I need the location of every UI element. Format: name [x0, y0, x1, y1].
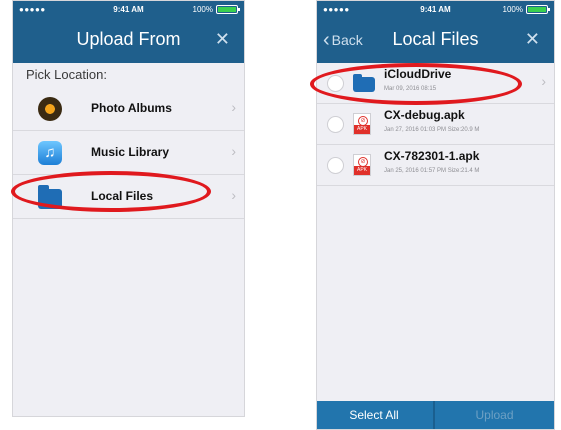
select-all-button[interactable]: Select All	[317, 401, 431, 429]
nav-bar: ‹ Back Local Files ✕	[317, 18, 554, 63]
apk-file-icon: ⊘ APK	[353, 113, 371, 135]
chevron-right-icon: ›	[231, 99, 236, 115]
file-meta: Mar 09, 2016 08:15	[384, 86, 437, 92]
close-icon[interactable]: ✕	[525, 29, 540, 50]
chevron-right-icon: ›	[231, 143, 236, 159]
status-bar: ●●●●● 9:41 AM 100%	[13, 1, 244, 18]
location-label: Music Library	[91, 145, 170, 159]
section-label: Pick Location:	[13, 63, 244, 87]
file-row-icloud-drive[interactable]: iCloudDrive Mar 09, 2016 08:15 ›	[317, 63, 554, 104]
battery-icon	[526, 5, 550, 14]
location-item-music-library[interactable]: ♫ Music Library ›	[13, 131, 244, 175]
photo-albums-icon	[38, 97, 62, 121]
file-row-cx-782301[interactable]: ⊘ APK CX-782301-1.apk Jan 25, 2016 01:57 …	[317, 145, 554, 186]
select-radio[interactable]	[327, 116, 344, 133]
page-title: Upload From	[76, 29, 181, 49]
battery-icon	[216, 5, 240, 14]
file-name: CX-debug.apk	[384, 108, 465, 122]
apk-file-icon: ⊘ APK	[353, 154, 371, 176]
file-meta: Jan 27, 2016 01:03 PM Size:20.9 M	[384, 127, 480, 133]
music-note-icon: ♫	[38, 141, 62, 165]
file-row-cx-debug[interactable]: ⊘ APK CX-debug.apk Jan 27, 2016 01:03 PM …	[317, 104, 554, 145]
folder-icon	[38, 185, 62, 209]
chevron-right-icon: ›	[231, 187, 236, 203]
file-name: CX-782301-1.apk	[384, 149, 480, 163]
location-item-photo-albums[interactable]: Photo Albums ›	[13, 87, 244, 131]
file-meta: Jan 25, 2016 01:57 PM Size:21.4 M	[384, 168, 480, 174]
status-bar: ●●●●● 9:41 AM 100%	[317, 1, 554, 18]
upload-button[interactable]: Upload	[435, 401, 554, 429]
battery-indicator: 100%	[502, 5, 550, 14]
battery-percent: 100%	[192, 5, 213, 14]
location-label: Photo Albums	[91, 101, 172, 115]
close-icon[interactable]: ✕	[215, 29, 230, 50]
bottom-toolbar: Select All Upload	[317, 401, 554, 429]
local-files-screen: ●●●●● 9:41 AM 100% ‹ Back Local Files ✕ …	[316, 0, 555, 430]
location-item-local-files[interactable]: Local Files ›	[13, 175, 244, 219]
battery-indicator: 100%	[192, 5, 240, 14]
file-list: iCloudDrive Mar 09, 2016 08:15 › ⊘ APK CX…	[317, 63, 554, 186]
file-name: iCloudDrive	[384, 67, 452, 81]
folder-icon	[353, 74, 375, 92]
page-title: Local Files	[392, 29, 479, 49]
chevron-right-icon: ›	[541, 73, 546, 89]
select-radio[interactable]	[327, 157, 344, 174]
location-list: Photo Albums › ♫ Music Library › Local F…	[13, 87, 244, 219]
select-radio[interactable]	[327, 75, 344, 92]
location-label: Local Files	[91, 189, 154, 203]
battery-percent: 100%	[502, 5, 523, 14]
nav-bar: Upload From ✕	[13, 18, 244, 63]
upload-from-screen: ●●●●● 9:41 AM 100% Upload From ✕ Pick Lo…	[12, 0, 245, 417]
